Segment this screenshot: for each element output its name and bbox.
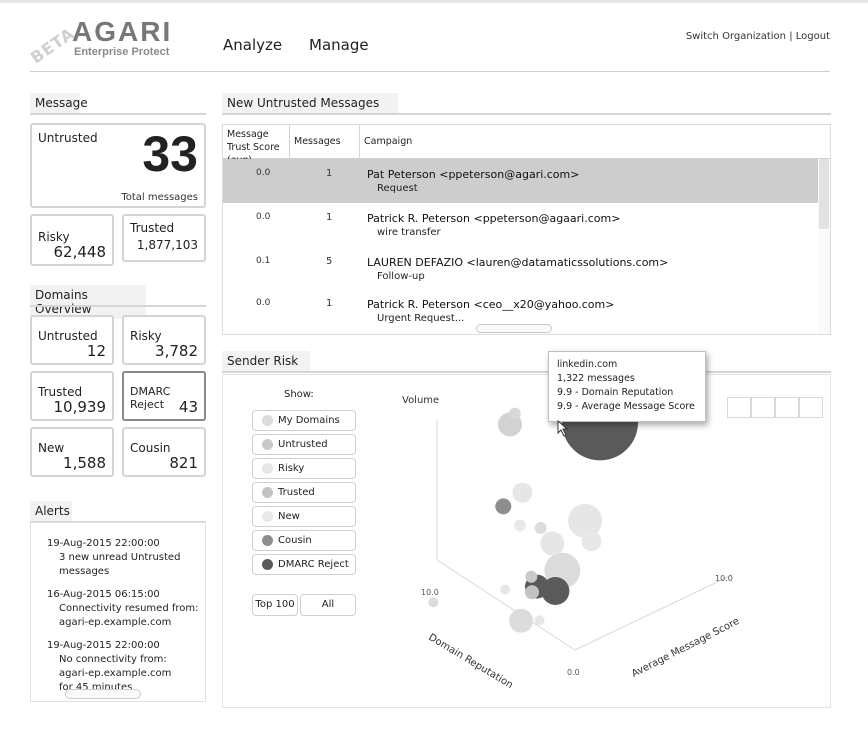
volume-axis-label: Volume <box>402 395 440 406</box>
chart-bubble[interactable] <box>428 597 439 608</box>
chart-control-4[interactable] <box>799 397 823 418</box>
chart-bubble[interactable] <box>512 482 533 503</box>
chart-bubble[interactable] <box>534 522 547 534</box>
chart-bubble[interactable] <box>500 584 511 595</box>
tick-label-origin: 0.0 <box>567 668 580 677</box>
chart-bubble[interactable] <box>534 615 545 626</box>
chart-bubble[interactable] <box>508 407 521 420</box>
chart-control-1[interactable] <box>727 397 751 418</box>
chart-control-2[interactable] <box>751 397 775 418</box>
tooltip-domain-reputation: 9.9 - Domain Reputation <box>557 387 674 398</box>
chart-bubble[interactable] <box>509 608 534 633</box>
chart-bubble[interactable] <box>581 531 602 552</box>
chart-bubble[interactable] <box>514 519 526 532</box>
chart-bubble[interactable] <box>540 531 565 556</box>
bubble-tooltip: linkedin.com 1,322 messages 9.9 - Domain… <box>548 351 706 422</box>
chart-bubble[interactable] <box>525 570 538 583</box>
chart-bubble[interactable] <box>525 585 539 600</box>
tick-label-right: 10.0 <box>715 574 733 583</box>
tooltip-domain: linkedin.com <box>557 359 618 370</box>
chart-bubble[interactable] <box>495 498 512 515</box>
tick-label-left: 10.0 <box>421 588 439 597</box>
chart-bubble[interactable] <box>568 503 603 538</box>
tooltip-messages: 1,322 messages <box>557 373 635 384</box>
tooltip-average-score: 9.9 - Average Message Score <box>557 401 695 412</box>
mouse-cursor-icon <box>557 420 569 437</box>
chart-control-3[interactable] <box>775 397 799 418</box>
